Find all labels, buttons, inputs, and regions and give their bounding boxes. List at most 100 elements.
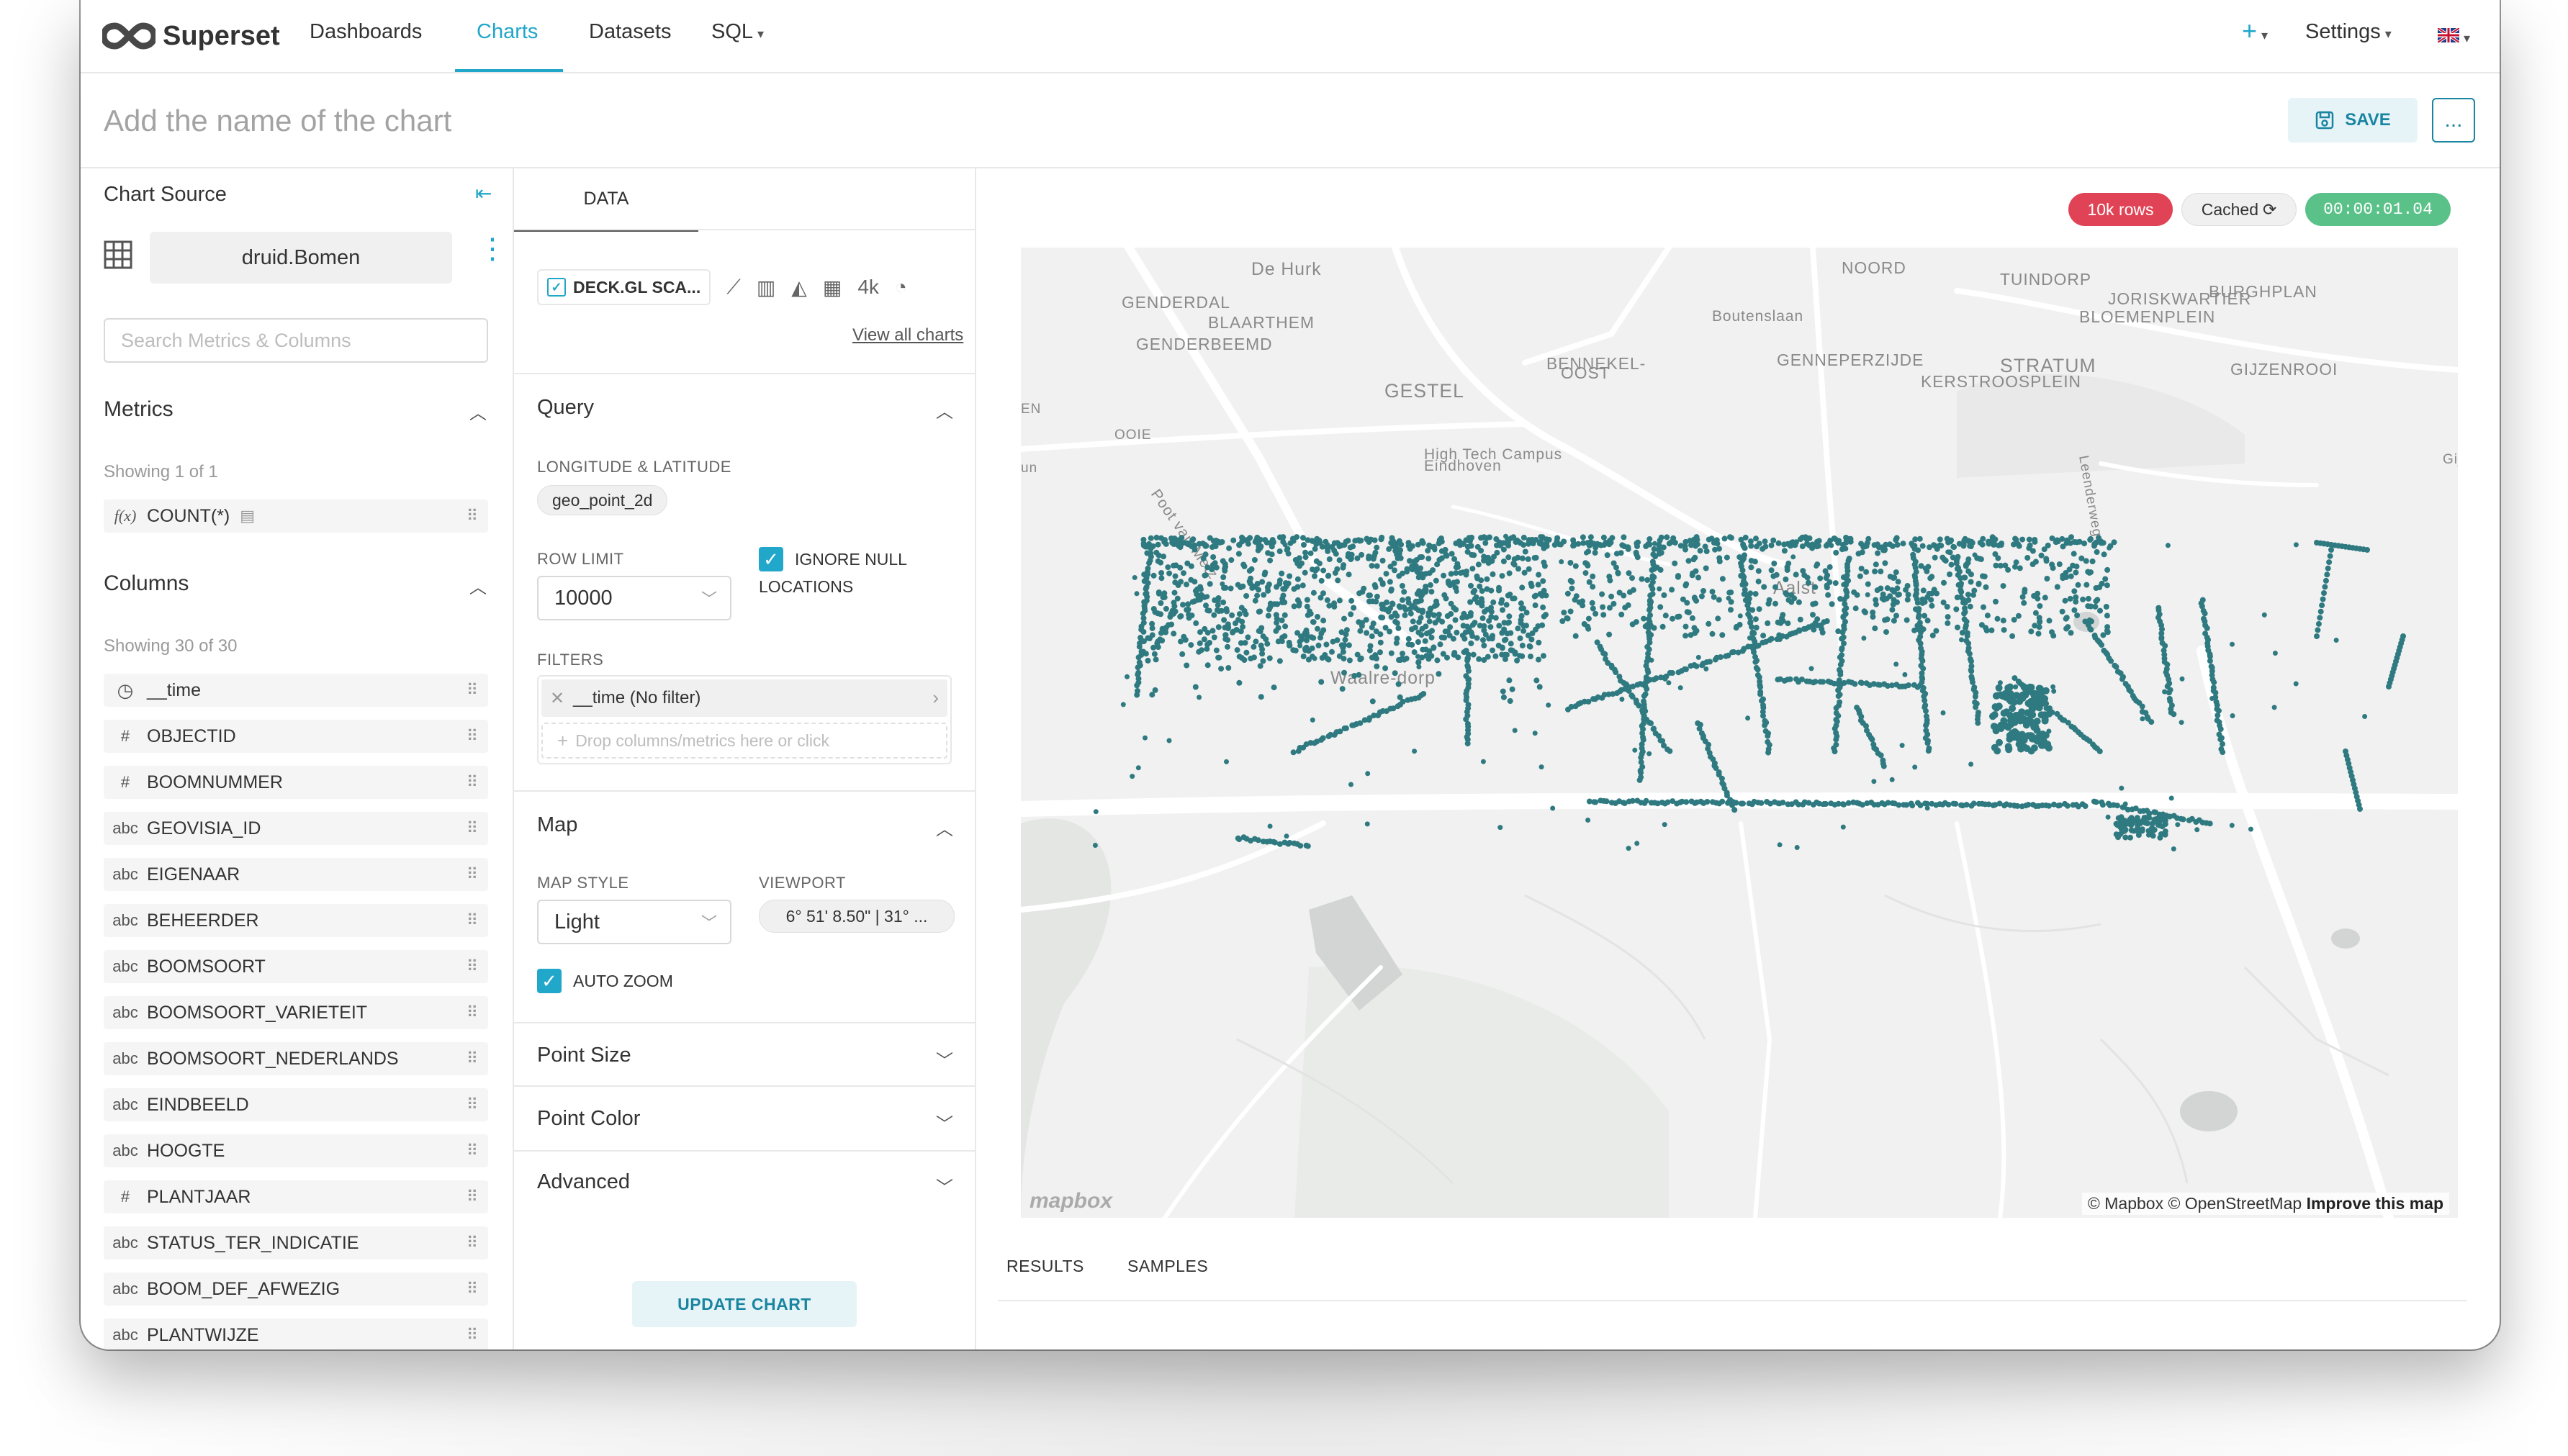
chevron-down-icon[interactable]: ﹀ (936, 1173, 953, 1198)
chevron-up-icon[interactable]: ︿ (936, 397, 953, 422)
map-point (1259, 579, 1266, 585)
map-point (1551, 542, 1558, 548)
map-style-select[interactable]: Light ﹀ (537, 900, 731, 944)
drag-handle-icon[interactable]: ⠿ (467, 1049, 478, 1068)
map-point (1203, 602, 1209, 609)
drag-handle-icon[interactable]: ⠿ (467, 681, 478, 700)
lonlat-value-chip[interactable]: geo_point_2d (537, 485, 668, 515)
map-point (1506, 619, 1512, 625)
filter-drop-zone[interactable]: + Drop columns/metrics here or click (541, 723, 947, 759)
metrics-section-title[interactable]: Metrics (104, 397, 174, 422)
tab-data[interactable]: DATA (514, 168, 698, 232)
chevron-up-icon[interactable]: ︿ (469, 399, 487, 424)
bar-chart-icon[interactable]: ▥ (757, 276, 775, 299)
tab-results[interactable]: RESULTS (1006, 1257, 1084, 1276)
map-section-title[interactable]: Map (537, 813, 577, 837)
more-options-button[interactable]: ... (2432, 98, 2475, 143)
drag-handle-icon[interactable]: ⠿ (467, 865, 478, 884)
drag-handle-icon[interactable]: ⠿ (467, 507, 478, 525)
chevron-down-icon[interactable]: ﹀ (936, 1110, 953, 1135)
map-point (2011, 541, 2017, 548)
map-point (1276, 548, 1283, 554)
table-icon[interactable]: ▦ (823, 276, 842, 299)
language-menu[interactable]: ▾ (2436, 24, 2470, 48)
chevron-up-icon[interactable]: ︿ (936, 815, 953, 840)
area-chart-icon[interactable]: ◭ (791, 276, 807, 299)
map-point (1598, 542, 1604, 548)
chart-name-input[interactable]: Add the name of the chart (104, 104, 451, 138)
datasource-name[interactable]: druid.Bomen (150, 232, 452, 284)
viewport-value-chip[interactable]: 6° 51' 8.50" | 31° ... (759, 900, 955, 933)
search-metrics-columns-input[interactable]: Search Metrics & Columns (104, 318, 488, 363)
column-item[interactable]: ◷ __time ⠿ (104, 674, 488, 707)
chevron-up-icon[interactable]: ︿ (469, 573, 487, 598)
advanced-section-title[interactable]: Advanced (537, 1170, 630, 1194)
close-icon[interactable]: ✕ (541, 688, 573, 709)
new-menu-button[interactable]: + ▾ (2242, 16, 2268, 46)
nav-dashboards[interactable]: Dashboards (310, 20, 422, 44)
query-section-title[interactable]: Query (537, 396, 594, 420)
column-item[interactable]: abc EINDBEELD ⠿ (104, 1088, 488, 1121)
collapse-panel-icon[interactable]: ⇤ (475, 181, 492, 205)
point-color-section-title[interactable]: Point Color (537, 1107, 640, 1131)
column-item[interactable]: abc BOOMSOORT ⠿ (104, 950, 488, 983)
drag-handle-icon[interactable]: ⠿ (467, 957, 478, 976)
map-point (1292, 647, 1299, 654)
drag-handle-icon[interactable]: ⠿ (467, 727, 478, 746)
columns-section-title[interactable]: Columns (104, 571, 189, 596)
column-item[interactable]: abc BEHEERDER ⠿ (104, 904, 488, 937)
pie-chart-icon[interactable]: ◔ (895, 276, 907, 299)
column-item[interactable]: abc BOOMSOORT_VARIETEIT ⠿ (104, 996, 488, 1029)
update-chart-button[interactable]: UPDATE CHART (632, 1281, 857, 1327)
map-point (1772, 600, 1778, 607)
column-name: PLANTJAAR (147, 1186, 251, 1207)
column-item[interactable]: abc EIGENAAR ⠿ (104, 858, 488, 891)
map-canvas[interactable]: De Hurk NOORDTUINDORPBURGHPLANJORISKWARTI… (1021, 248, 2458, 1218)
drag-handle-icon[interactable]: ⠿ (467, 1280, 478, 1298)
column-item[interactable]: abc PLANTWIJZE ⠿ (104, 1319, 488, 1349)
nav-sql[interactable]: SQL ▾ (711, 20, 764, 44)
column-item[interactable]: abc HOOGTE ⠿ (104, 1134, 488, 1167)
deckgl-scatter-map[interactable]: De Hurk NOORD TUINDORP BURGHPLAN JORISKWARTI… (1021, 248, 2458, 1218)
drag-handle-icon[interactable]: ⠿ (467, 1326, 478, 1344)
save-button[interactable]: SAVE (2288, 98, 2418, 143)
drag-handle-icon[interactable]: ⠿ (467, 911, 478, 930)
drag-handle-icon[interactable]: ⠿ (467, 1003, 478, 1022)
drag-handle-icon[interactable]: ⠿ (467, 819, 478, 838)
viz-type-selected[interactable]: ✓ DECK.GL SCA... (537, 269, 711, 305)
view-all-charts-link[interactable]: View all charts (852, 325, 963, 345)
column-item[interactable]: abc STATUS_TER_INDICATIE ⠿ (104, 1226, 488, 1260)
column-item[interactable]: abc GEOVISIA_ID ⠿ (104, 812, 488, 845)
metric-item[interactable]: f(x) COUNT(*) ▤ ⠿ (104, 499, 488, 533)
column-item[interactable]: # OBJECTID ⠿ (104, 720, 488, 753)
column-item[interactable]: # PLANTJAAR ⠿ (104, 1180, 488, 1213)
attribution-text[interactable]: © Mapbox © OpenStreetMap (2088, 1194, 2302, 1213)
row-limit-select[interactable]: 10000 ﹀ (537, 576, 731, 620)
improve-map-link[interactable]: Improve this map (2307, 1194, 2443, 1213)
column-item[interactable]: # BOOMNUMMER ⠿ (104, 766, 488, 799)
drag-handle-icon[interactable]: ⠿ (467, 1141, 478, 1160)
line-chart-icon[interactable]: ⟋ (726, 276, 741, 299)
filter-item[interactable]: ✕ __time (No filter) › (541, 679, 947, 717)
cached-badge[interactable]: Cached ⟳ (2181, 193, 2297, 226)
auto-zoom-checkbox[interactable]: ✓ (537, 969, 562, 993)
point-size-section-title[interactable]: Point Size (537, 1044, 631, 1067)
datasource-menu-icon[interactable]: ⋮ (478, 235, 507, 263)
ignore-null-checkbox[interactable]: ✓ (759, 547, 783, 571)
tab-samples[interactable]: SAMPLES (1127, 1257, 1208, 1276)
superset-logo[interactable]: Superset (102, 14, 280, 58)
column-item[interactable]: abc BOOM_DEF_AFWEZIG ⠿ (104, 1272, 488, 1306)
nav-datasets[interactable]: Datasets (589, 20, 671, 44)
settings-menu[interactable]: Settings ▾ (2305, 20, 2392, 44)
drag-handle-icon[interactable]: ⠿ (467, 773, 478, 792)
big-number-label[interactable]: 4k (857, 276, 879, 299)
nav-charts[interactable]: Charts (477, 20, 538, 44)
drag-handle-icon[interactable]: ⠿ (467, 1095, 478, 1114)
mapbox-logo[interactable]: mapbox (1030, 1189, 1112, 1213)
drag-handle-icon[interactable]: ⠿ (467, 1188, 478, 1206)
drag-handle-icon[interactable]: ⠿ (467, 1234, 478, 1252)
refresh-icon[interactable]: ⟳ (2263, 200, 2276, 220)
chevron-right-icon[interactable]: › (932, 687, 939, 709)
column-item[interactable]: abc BOOMSOORT_NEDERLANDS ⠿ (104, 1042, 488, 1075)
chevron-down-icon[interactable]: ﹀ (936, 1046, 953, 1072)
